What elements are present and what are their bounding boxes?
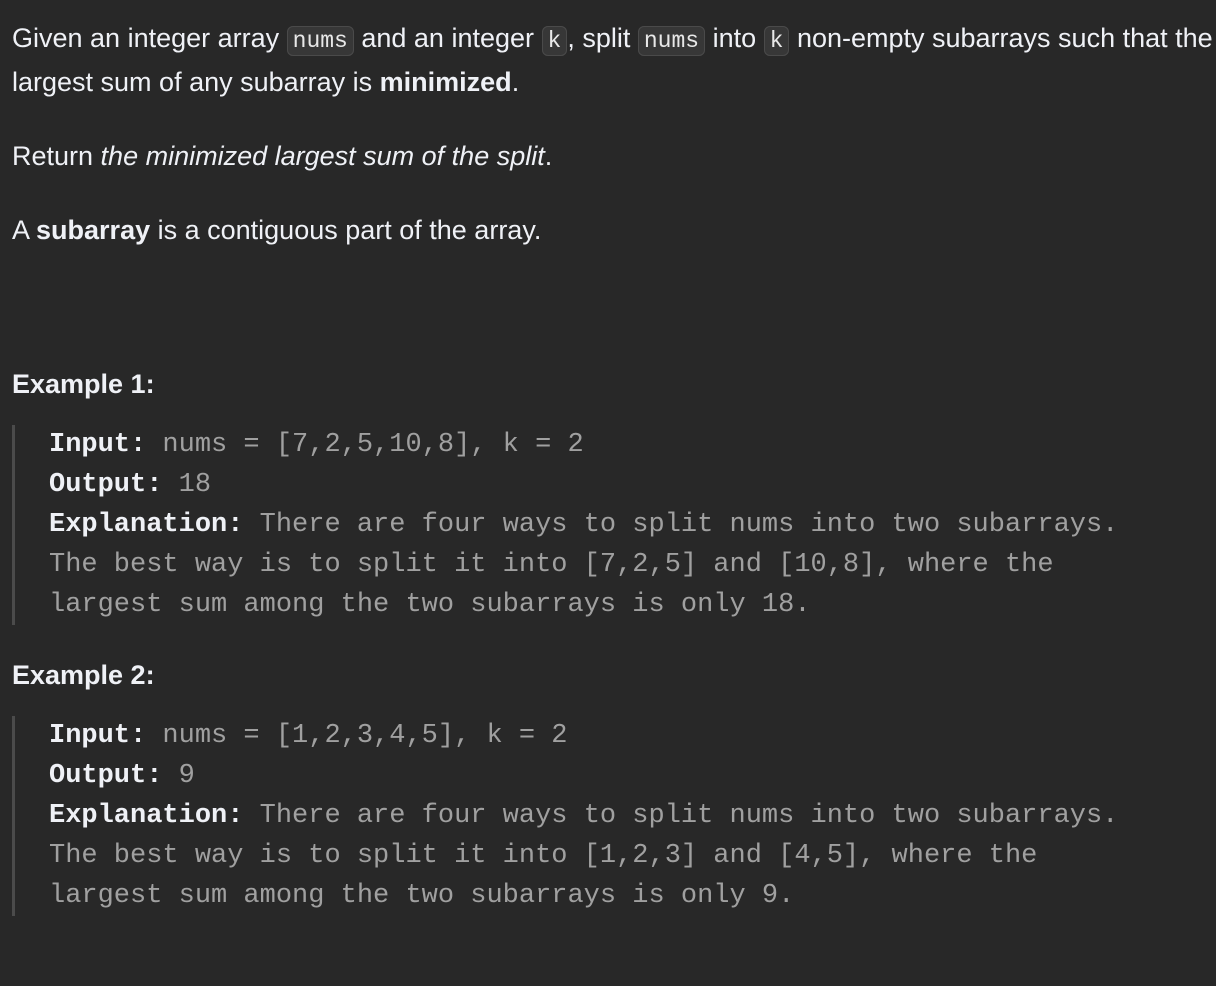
example-output: Output: 18 bbox=[49, 465, 1216, 505]
problem-statement: Given an integer array nums and an integ… bbox=[12, 18, 1216, 103]
return-text: Return bbox=[12, 141, 101, 171]
example-explanation: Explanation: There are four ways to spli… bbox=[49, 796, 1216, 836]
example-2-title: Example 2: bbox=[12, 660, 155, 690]
statement-text: into bbox=[705, 23, 764, 53]
output-label: Output: bbox=[49, 761, 163, 791]
example-explanation-line: largest sum among the two subarrays is o… bbox=[49, 590, 811, 620]
example-input: Input: nums = [1,2,3,4,5], k = 2 bbox=[49, 716, 1216, 756]
example-explanation: Explanation: There are four ways to spli… bbox=[49, 505, 1216, 545]
input-value: nums = [1,2,3,4,5], k = 2 bbox=[146, 721, 568, 751]
example-2-block: Input: nums = [1,2,3,4,5], k = 2 Output:… bbox=[12, 716, 1216, 916]
example-1-title: Example 1: bbox=[12, 369, 155, 399]
return-statement: Return the minimized largest sum of the … bbox=[12, 136, 1216, 177]
emphasis-minimized: minimized bbox=[379, 67, 512, 97]
statement-text: , split bbox=[567, 23, 638, 53]
problem-description: Given an integer array nums and an integ… bbox=[0, 0, 1216, 986]
explanation-label: Explanation: bbox=[49, 801, 244, 831]
definition-text: is a contiguous part of the array. bbox=[150, 215, 542, 245]
inline-code-k: k bbox=[541, 26, 568, 56]
statement-text: and an integer bbox=[353, 23, 542, 53]
explanation-text: There are four ways to split nums into t… bbox=[243, 510, 1119, 540]
inline-code-nums: nums bbox=[637, 26, 706, 56]
statement-text: . bbox=[511, 67, 520, 97]
subarray-definition: A subarray is a contiguous part of the a… bbox=[12, 210, 1216, 251]
explanation-label: Explanation: bbox=[49, 510, 244, 540]
input-label: Input: bbox=[49, 430, 147, 460]
output-label: Output: bbox=[49, 470, 163, 500]
example-explanation-line: The best way is to split it into [1,2,3]… bbox=[49, 841, 1038, 871]
example-output: Output: 9 bbox=[49, 756, 1216, 796]
term-subarray: subarray bbox=[36, 215, 151, 245]
example-explanation-line: The best way is to split it into [7,2,5]… bbox=[49, 550, 1054, 580]
definition-text: A bbox=[12, 215, 37, 245]
input-value: nums = [7,2,5,10,8], k = 2 bbox=[146, 430, 584, 460]
return-emphasis: the minimized largest sum of the split bbox=[100, 141, 545, 171]
explanation-text: There are four ways to split nums into t… bbox=[243, 801, 1119, 831]
example-explanation-line: largest sum among the two subarrays is o… bbox=[49, 881, 795, 911]
example-input: Input: nums = [7,2,5,10,8], k = 2 bbox=[49, 425, 1216, 465]
output-value: 9 bbox=[162, 761, 195, 791]
return-text: . bbox=[544, 141, 553, 171]
inline-code-k: k bbox=[763, 26, 790, 56]
output-value: 18 bbox=[162, 470, 212, 500]
input-label: Input: bbox=[49, 721, 147, 751]
statement-text: Given an integer array bbox=[12, 23, 287, 53]
inline-code-nums: nums bbox=[286, 26, 354, 56]
example-1-block: Input: nums = [7,2,5,10,8], k = 2 Output… bbox=[12, 425, 1216, 625]
